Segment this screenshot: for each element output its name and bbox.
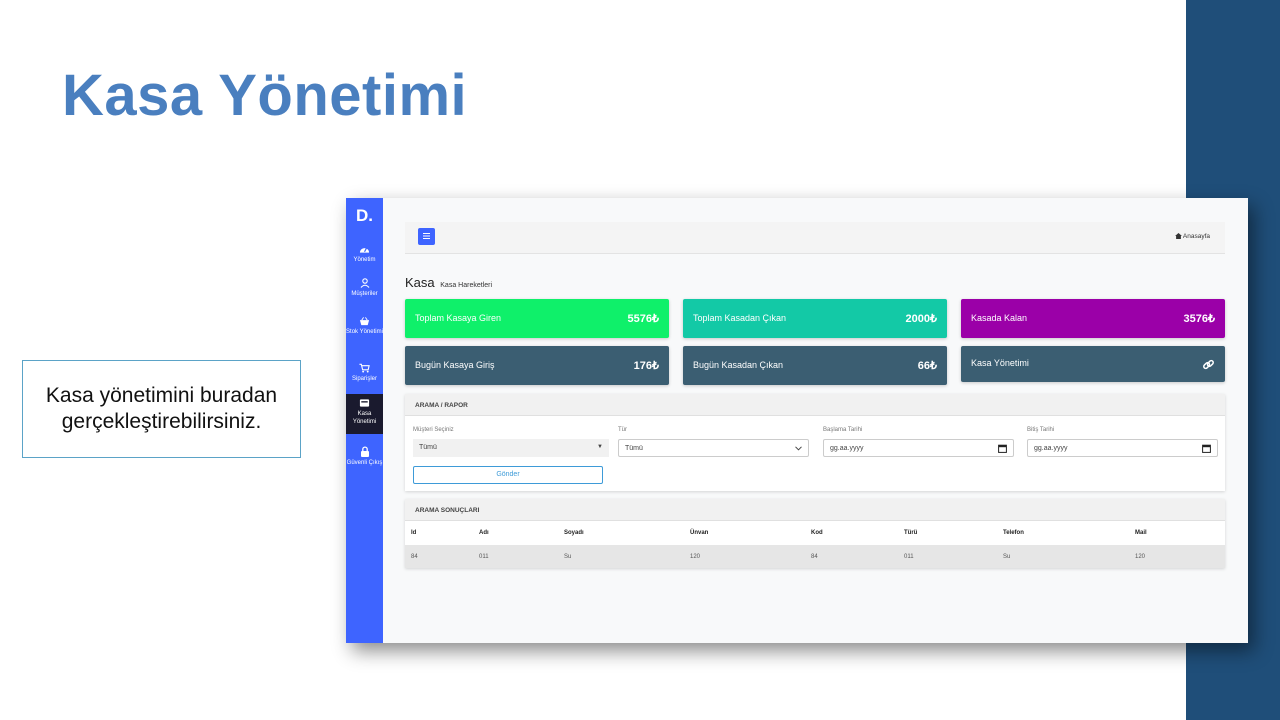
end-date-placeholder: gg.aa.yyyy [1034,445,1068,452]
table-cell: 84 [405,545,473,568]
card-today-in: Bugün Kasaya Giriş 176₺ [405,346,669,385]
table-cell: 84 [805,545,898,568]
breadcrumb-home: Anasayfa [1182,233,1210,240]
search-panel: ARAMA / RAPOR Müşteri Seçiniz Tümü ▼ Tür… [405,394,1225,491]
results-panel-title: ARAMA SONUÇLARI [405,499,1225,521]
table-cell: 011 [473,545,558,568]
nav-item-siparisler[interactable]: Siparişler [346,361,383,387]
callout-text: Kasa yönetimini buradan gerçekleştirebil… [45,384,278,433]
results-table: Id Adı Soyadı Ünvan Kod Türü Telefon Mai… [405,521,1225,568]
column-header[interactable]: Soyadı [558,521,684,545]
hamburger-icon [423,233,430,239]
calendar-icon[interactable] [1202,444,1211,453]
customer-select[interactable]: Tümü ▼ [413,439,609,457]
nav-label: Kasa Yönetimi [352,411,377,425]
customer-select-value: Tümü [419,444,437,451]
card-total-in: Toplam Kasaya Giren 5576₺ [405,299,669,338]
nav-item-cikis[interactable]: Güvenli Çıkış [346,444,383,484]
table-row[interactable]: 84 011 Su 120 84 011 Su 120 [405,545,1225,568]
app-logo[interactable]: D. [346,206,383,226]
page-heading: Kasa Kasa Hareketleri [405,275,492,290]
topbar: Anasayfa [405,222,1225,254]
card-today-out: Bugün Kasadan Çıkan 66₺ [683,346,947,385]
card-value: 5576₺ [627,313,659,325]
cart-icon [359,363,370,373]
user-icon [360,278,369,288]
type-select[interactable]: Tümü [618,439,809,457]
home-icon [1174,233,1182,239]
card-label: Kasada Kalan [971,313,1028,323]
lock-icon [360,446,369,457]
slide: Kasa Yönetimi Kasa yönetimini buradan ge… [0,0,1280,720]
nav-item-stok[interactable]: Stok Yönetimi [346,314,383,350]
card-kasa-management[interactable]: Kasa Yönetimi [961,346,1225,382]
table-header-row: Id Adı Soyadı Ünvan Kod Türü Telefon Mai… [405,521,1225,545]
nav-label: Yönetim [353,257,376,263]
start-date-label: Başlama Tarihi [823,427,863,433]
chevron-down-icon [795,446,802,451]
column-header[interactable]: Kod [805,521,898,545]
card-label: Toplam Kasadan Çıkan [693,313,787,323]
nav-label: Müşteriler [351,291,378,297]
end-date-input[interactable]: gg.aa.yyyy [1027,439,1218,457]
start-date-input[interactable]: gg.aa.yyyy [823,439,1014,457]
results-panel: ARAMA SONUÇLARI Id Adı Soyadı Ünvan Kod … [405,499,1225,568]
card-balance: Kasada Kalan 3576₺ [961,299,1225,338]
customer-label: Müşteri Seçiniz [413,427,454,433]
nav-item-yonetim[interactable]: Yönetim [346,242,383,270]
app-screenshot: D. Yönetim Müşteriler Stok Yönetimi Sipa… [346,198,1248,643]
column-header[interactable]: Ünvan [684,521,805,545]
column-header[interactable]: Mail [1129,521,1225,545]
card-value: 66₺ [917,360,937,372]
card-label: Kasa Yönetimi [971,358,1029,368]
table-cell: Su [997,545,1129,568]
card-total-out: Toplam Kasadan Çıkan 2000₺ [683,299,947,338]
breadcrumb[interactable]: Anasayfa [1174,233,1210,240]
page-subtitle: Kasa Hareketleri [440,282,493,289]
column-header[interactable]: Id [405,521,473,545]
nav-label: Siparişler [351,376,377,382]
table-cell: 120 [684,545,805,568]
nav-label: Stok Yönetimi [346,329,383,335]
end-date-label: Bitiş Tarihi [1027,427,1055,433]
type-select-value: Tümü [625,445,643,452]
caret-down-icon: ▼ [597,444,603,450]
search-panel-title: ARAMA / RAPOR [405,394,1225,416]
nav-label: Güvenli Çıkış [346,460,383,466]
card-value: 176₺ [633,360,659,372]
card-value: 2000₺ [905,313,937,325]
cash-register-icon [359,399,370,407]
card-value: 3576₺ [1183,313,1215,325]
app-sidebar: D. Yönetim Müşteriler Stok Yönetimi Sipa… [346,198,383,643]
dashboard-icon [359,247,370,253]
slide-title: Kasa Yönetimi [62,63,468,128]
basket-icon [359,317,370,326]
column-header[interactable]: Türü [898,521,997,545]
table-cell: 011 [898,545,997,568]
nav-item-kasa[interactable]: Kasa Yönetimi [346,394,383,434]
page-title: Kasa [405,275,435,290]
table-cell: 120 [1129,545,1225,568]
column-header[interactable]: Adı [473,521,558,545]
card-label: Bugün Kasaya Giriş [415,360,495,370]
callout-box: Kasa yönetimini buradan gerçekleştirebil… [22,360,301,458]
card-label: Toplam Kasaya Giren [415,313,502,323]
type-label: Tür [618,427,627,433]
card-label: Bugün Kasadan Çıkan [693,360,784,370]
nav-item-musteriler[interactable]: Müşteriler [346,276,383,304]
submit-button[interactable]: Gönder [413,466,603,484]
calendar-icon[interactable] [998,444,1007,453]
column-header[interactable]: Telefon [997,521,1129,545]
menu-toggle-button[interactable] [418,228,435,245]
table-cell: Su [558,545,684,568]
link-icon [1203,359,1214,370]
start-date-placeholder: gg.aa.yyyy [830,445,864,452]
